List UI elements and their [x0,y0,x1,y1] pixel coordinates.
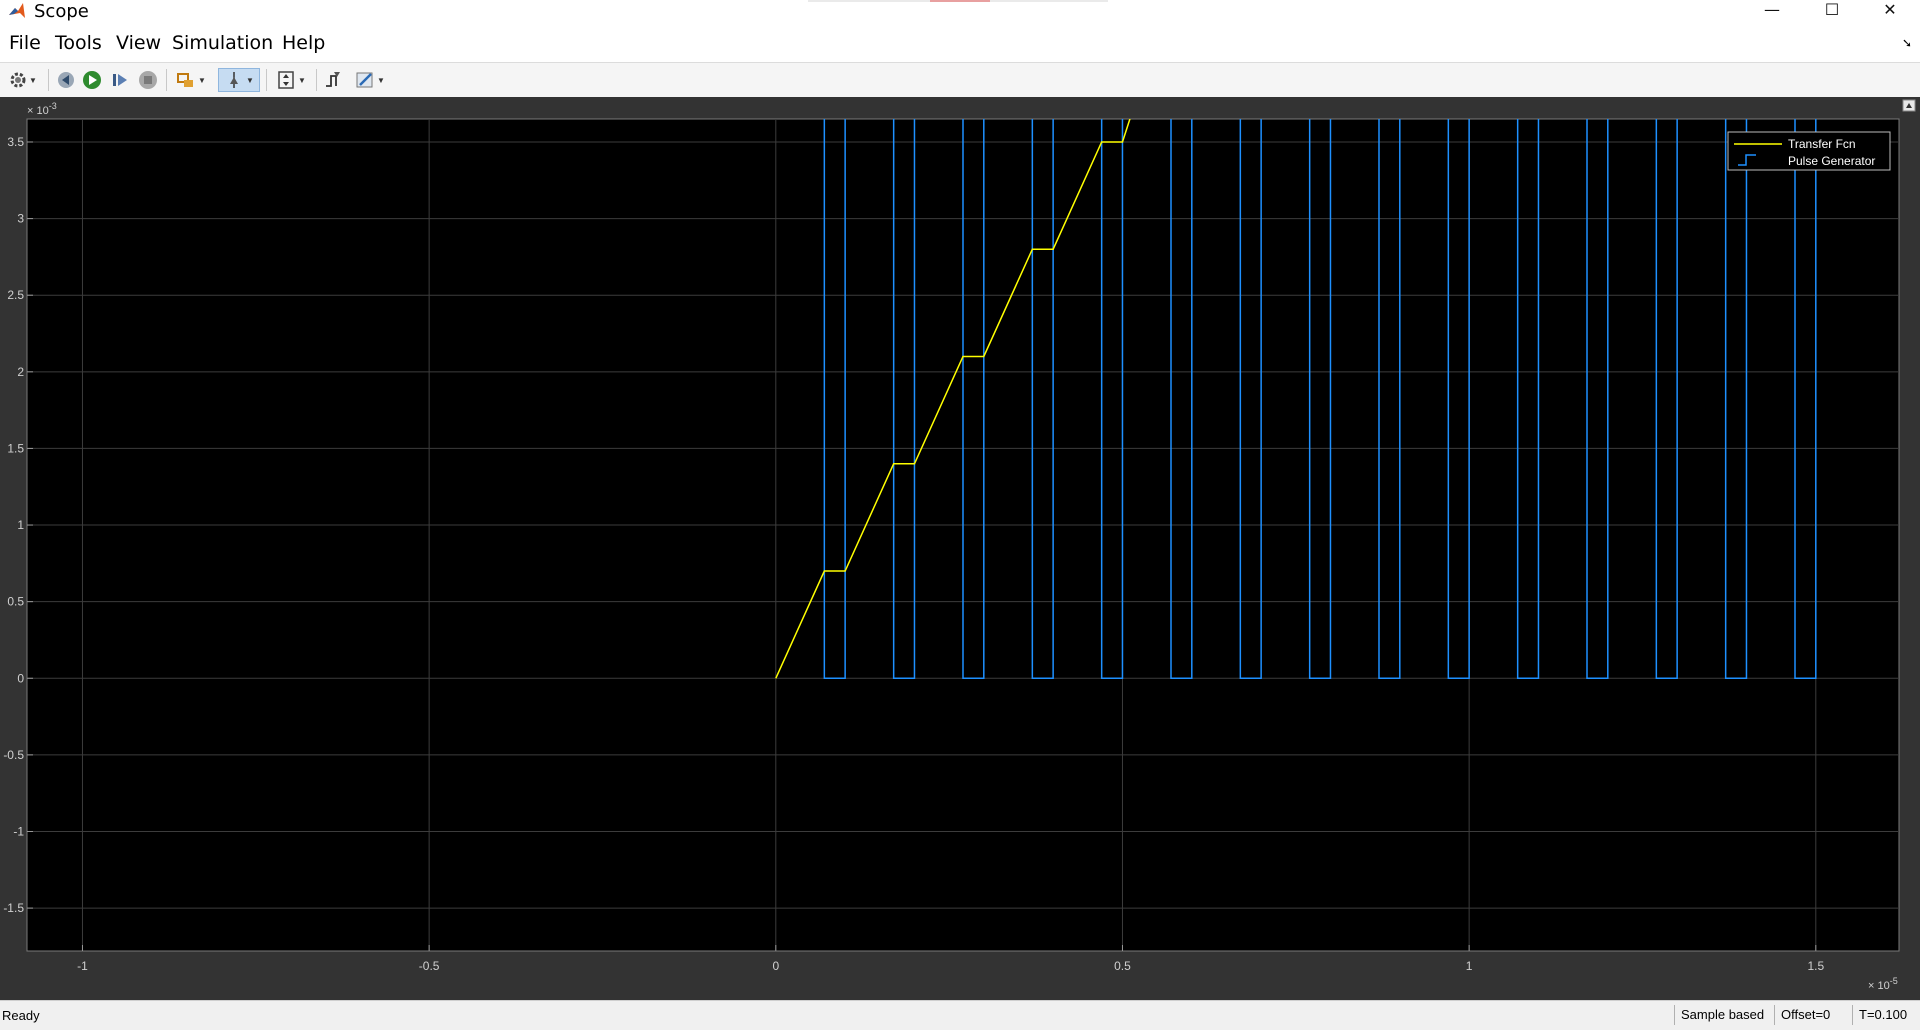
stop-icon [139,71,157,89]
settings-icon [10,72,26,88]
step-back-icon [58,72,74,88]
title-accent-red [930,0,990,2]
legend-label-pulse-generator: Pulse Generator [1788,154,1875,168]
zoom-mode-icon [230,72,239,88]
step-forward-icon [113,74,127,86]
toolbar: ▼ ▼ ▼ ▼ ▼ [0,62,1920,98]
title-bar: Scope — ☐ ✕ [0,0,1920,22]
scale-axes-icon [278,71,294,89]
legend-label-transfer-fcn: Transfer Fcn [1788,137,1856,151]
toolbar-separator [266,69,267,91]
chevron-down-icon: ▼ [29,75,37,85]
y-tick-label: -0.5 [3,748,24,762]
run-icon [83,71,101,89]
x-tick-label: 1 [1466,959,1473,973]
y-tick-label: -1.5 [3,901,24,915]
menu-view[interactable]: View [116,32,161,54]
settings-button[interactable]: ▼ [4,68,42,92]
x-tick-label: 0.5 [1114,959,1131,973]
chevron-down-icon: ▼ [246,75,254,85]
y-exponent-base: × 10 [27,105,49,117]
y-tick-label: 2 [17,365,24,379]
y-exponent-label: × 10-3 [27,101,57,117]
status-bar: Ready Sample based Offset=0 T=0.100 [0,1000,1920,1030]
step-forward-button[interactable] [108,68,132,92]
toolbar-separator [316,69,317,91]
expand-axes-button[interactable] [1902,99,1916,112]
x-tick-label: -0.5 [419,959,440,973]
menu-tools[interactable]: Tools [55,32,102,54]
y-tick-label: 1.5 [7,441,24,455]
highlight-button[interactable]: ▼ [172,68,210,92]
x-tick-label: 1.5 [1807,959,1824,973]
status-time: T=0.100 [1852,1005,1920,1025]
step-back-button[interactable] [54,68,78,92]
toolbar-separator [166,69,167,91]
x-tick-label: 0 [772,959,779,973]
maximize-button[interactable]: ☐ [1804,0,1860,22]
menu-help[interactable]: Help [282,32,325,54]
y-tick-label: 1 [17,518,24,532]
minimize-button[interactable]: — [1744,0,1800,22]
matlab-logo-icon [9,3,25,18]
highlight-icon [177,73,194,87]
scope-plot-area[interactable]: -1.5 -1 -0.5 0 0.5 1 1.5 2 2.5 3 3.5 -1 -0.5 0 0.5 1 1.… [0,97,1920,1000]
style-icon [356,72,373,88]
y-tick-label: 2.5 [7,288,24,302]
close-button[interactable]: ✕ [1862,0,1918,22]
window-title: Scope [34,1,89,22]
y-tick-label: 3.5 [7,135,24,149]
x-tick-label: -1 [77,959,88,973]
scale-axes-button[interactable]: ▼ [272,68,310,92]
x-tick-labels: -1 -0.5 0 0.5 1 1.5 [77,959,1824,973]
undock-arrow-icon[interactable]: ➘ [1902,36,1912,50]
toolbar-separator [48,69,49,91]
menu-bar: File Tools View Simulation Help ➘ [0,22,1920,62]
chevron-down-icon: ▼ [377,75,385,85]
status-ready: Ready [2,1008,40,1023]
chevron-down-icon: ▼ [198,75,206,85]
legend[interactable]: Transfer Fcn Pulse Generator [1727,131,1891,171]
y-tick-label: 0 [17,671,24,685]
triggers-icon [326,72,340,87]
chevron-down-icon: ▼ [298,75,306,85]
run-button[interactable] [80,68,104,92]
zoom-mode-button[interactable]: ▼ [218,68,260,92]
status-offset: Offset=0 [1774,1005,1852,1025]
y-tick-label: 0.5 [7,595,24,609]
x-exponent-power: -5 [1890,976,1898,986]
y-tick-label: 3 [17,212,24,226]
y-exponent-power: -3 [49,101,57,111]
x-exponent-base: × 10 [1868,980,1890,992]
scope-chart[interactable]: -1.5 -1 -0.5 0 0.5 1 1.5 2 2.5 3 3.5 -1 -0.5 0 0.5 1 1.… [0,97,1920,1000]
menu-simulation[interactable]: Simulation [172,32,273,54]
triggers-button[interactable] [322,68,346,92]
y-tick-label: -1 [13,824,24,838]
stop-button[interactable] [136,68,160,92]
x-exponent-label: × 10-5 [1868,976,1898,992]
y-tick-labels: -1.5 -1 -0.5 0 0.5 1 1.5 2 2.5 3 3.5 [3,135,24,915]
style-button[interactable]: ▼ [350,68,390,92]
status-sample-mode: Sample based [1674,1005,1774,1025]
menu-file[interactable]: File [9,32,41,54]
